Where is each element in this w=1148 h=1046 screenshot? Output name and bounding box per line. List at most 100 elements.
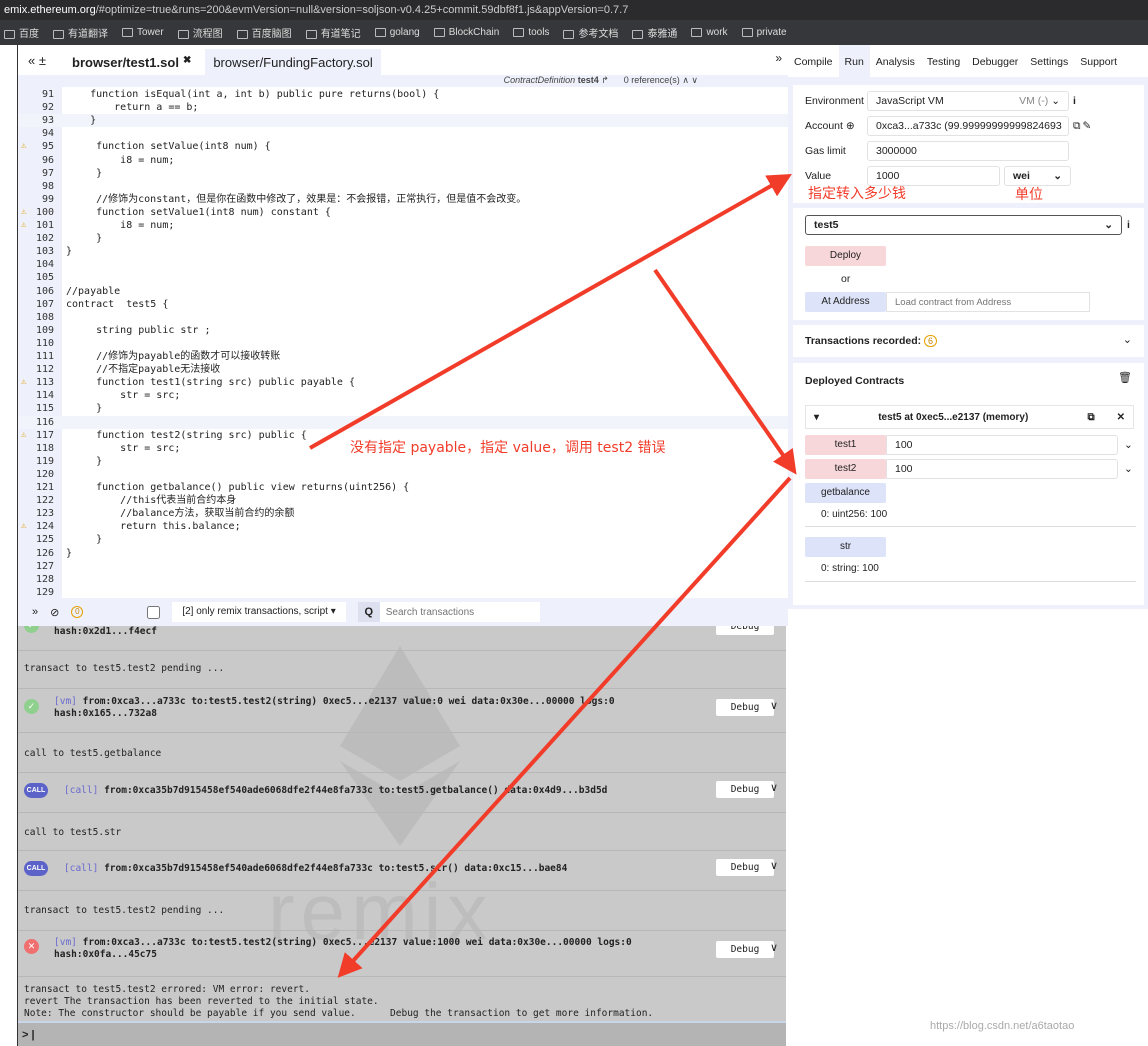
line-number: 98 (41, 180, 54, 192)
test2-input[interactable]: 100 (886, 459, 1118, 479)
test1-button[interactable]: test1 (805, 435, 886, 455)
code-line: 114 str = src; (18, 389, 788, 402)
close-icon[interactable]: ✖ (183, 55, 191, 66)
tx-entry[interactable]: ✓ hash:0x2d1...f4ecf Debug (18, 626, 786, 650)
chevron-down-icon[interactable]: ∨ (770, 859, 778, 872)
expand-panel-icon[interactable]: » (769, 51, 788, 75)
line-number: 114 (35, 390, 54, 402)
bookmark-item[interactable]: golang (374, 27, 420, 38)
test1-input[interactable]: 100 (886, 435, 1118, 455)
line-number: 106 (35, 285, 54, 297)
bookmark-item[interactable]: work (691, 27, 728, 38)
line-number: 127 (35, 560, 54, 572)
debug-button[interactable]: Debug (716, 699, 774, 716)
chevron-down-icon[interactable]: ∨ (770, 941, 778, 954)
folder-icon (741, 27, 753, 37)
line-number: 107 (35, 298, 54, 310)
tab-testing[interactable]: Testing (921, 45, 966, 77)
bookmark-item[interactable]: 有道笔记 (305, 25, 361, 40)
line-number: 99 (41, 193, 54, 205)
deploy-button[interactable]: Deploy (805, 246, 886, 266)
folder-icon (305, 29, 317, 39)
tx-entry-error[interactable]: ✕ [vm] from:0xca3...a733c to:test5.test2… (18, 930, 786, 976)
copy-icon[interactable]: ⧉ (1087, 412, 1094, 423)
bookmark-item[interactable]: 百度脑图 (236, 25, 292, 40)
bookmark-item[interactable]: 有道翻译 (53, 25, 108, 40)
code-text: } (66, 233, 103, 245)
account-select[interactable]: 0xca3...a733c (99.99999999999824693 (867, 116, 1069, 136)
tx-entry[interactable]: ✓ [vm] from:0xca3...a733c to:test5.test2… (18, 688, 786, 732)
terminal-prompt[interactable]: > | (18, 1021, 786, 1046)
call-entry[interactable]: CALL [call] from:0xca35b7d915458ef540ade… (18, 772, 786, 812)
code-line: 126} (18, 547, 788, 560)
environment-select[interactable]: JavaScript VM VM (-) ⌄ (867, 91, 1069, 111)
at-address-button[interactable]: At Address (805, 292, 886, 312)
debug-button[interactable]: Debug (716, 626, 774, 635)
str-button[interactable]: str (805, 537, 886, 557)
code-line: 107 contract test5 { (18, 298, 788, 311)
line-number: 113 (35, 377, 54, 389)
tab-fundingfactory[interactable]: browser/FundingFactory.sol (205, 49, 381, 75)
search-input[interactable] (379, 602, 540, 622)
clear-icon[interactable]: ⊘ (50, 606, 59, 619)
bookmark-item[interactable]: 参考文档 (563, 25, 618, 40)
chevron-down-icon[interactable]: ∨ (770, 699, 778, 712)
collapse-terminal-icon[interactable]: » (32, 606, 38, 618)
filter-dropdown[interactable]: [2] only remix transactions, script ▾ (172, 602, 346, 622)
line-number: 95 (41, 141, 54, 153)
code-line: ⚠ 101 i8 = num; (18, 219, 788, 232)
tx-details: from:0xca35b7d915458ef540ade6068dfe2f44e… (104, 785, 608, 796)
contract-select[interactable]: test5 ⌄ (805, 215, 1122, 235)
close-icon[interactable]: ✕ (1117, 412, 1125, 423)
info-icon[interactable]: i (1127, 219, 1130, 231)
divider (805, 581, 1136, 582)
tab-support[interactable]: Support (1074, 45, 1123, 77)
tab-compile[interactable]: Compile (788, 45, 839, 77)
tab-settings[interactable]: Settings (1024, 45, 1074, 77)
info-icon[interactable]: i (1073, 95, 1076, 107)
tab-run[interactable]: Run (838, 45, 870, 77)
call-entry[interactable]: CALL [call] from:0xca35b7d915458ef540ade… (18, 850, 786, 890)
bookmark-item[interactable]: BlockChain (433, 27, 499, 38)
chevron-down-icon[interactable]: ⌄ (1124, 463, 1133, 475)
unit-select[interactable]: wei ⌄ (1004, 166, 1071, 186)
chevron-down-icon[interactable]: ⌄ (1124, 439, 1133, 451)
code-text: } (66, 115, 97, 127)
code-editor[interactable]: 91 function isEqual(int a, int b) public… (18, 87, 788, 598)
chevron-down-icon[interactable]: ∨ (770, 781, 778, 794)
debug-button[interactable]: Debug (716, 941, 774, 958)
chevron-down-icon[interactable]: ⌄ (1123, 333, 1132, 346)
edit-icon[interactable]: ✎ (1083, 120, 1092, 132)
zoom-controls[interactable]: « ± (28, 53, 58, 75)
add-account-icon[interactable]: ⊕ (846, 120, 855, 132)
bookmark-item[interactable]: 泰雅通 (632, 25, 677, 40)
error-line: revert The transaction has been reverted… (24, 996, 379, 1007)
tab-test1[interactable]: browser/test1.sol ✖ (64, 49, 200, 75)
gas-limit-input[interactable]: 3000000 (867, 141, 1069, 161)
listen-checkbox[interactable] (147, 605, 161, 619)
debug-button[interactable]: Debug (716, 859, 774, 876)
bookmark-item[interactable]: Tower (122, 27, 164, 38)
line-number: 120 (35, 468, 54, 480)
browser-address-bar[interactable]: emix.ethereum.org /#optimize=true&runs=2… (0, 0, 1148, 1046)
caret-down-icon[interactable]: ▾ (814, 412, 819, 423)
debug-button[interactable]: Debug (716, 781, 774, 798)
tab-analysis[interactable]: Analysis (870, 45, 921, 77)
bookmark-item[interactable]: tools (513, 27, 549, 38)
bookmark-item[interactable]: 百度 (4, 25, 39, 40)
bookmark-item[interactable]: 流程图 (177, 25, 223, 40)
at-address-input[interactable] (886, 292, 1090, 312)
tx-tag: [vm] (54, 696, 77, 707)
getbalance-button[interactable]: getbalance (805, 483, 886, 503)
tab-debugger[interactable]: Debugger (966, 45, 1024, 77)
code-line: 98 (18, 180, 788, 193)
bookmark-item[interactable]: private (741, 27, 787, 38)
test2-button[interactable]: test2 (805, 459, 886, 479)
success-icon: ✓ (24, 699, 39, 714)
transactions-recorded-card[interactable]: Transactions recorded: 6 ⌄ (793, 325, 1144, 357)
trash-icon[interactable]: 🗑 (1118, 371, 1132, 384)
left-edge (0, 45, 18, 1046)
copy-icon[interactable]: ⧉ (1073, 120, 1081, 133)
log-message: transact to test5.test2 pending ... (18, 650, 786, 688)
contract-instance-header[interactable]: ▾ test5 at 0xec5...e2137 (memory) ⧉ ✕ (805, 405, 1134, 429)
